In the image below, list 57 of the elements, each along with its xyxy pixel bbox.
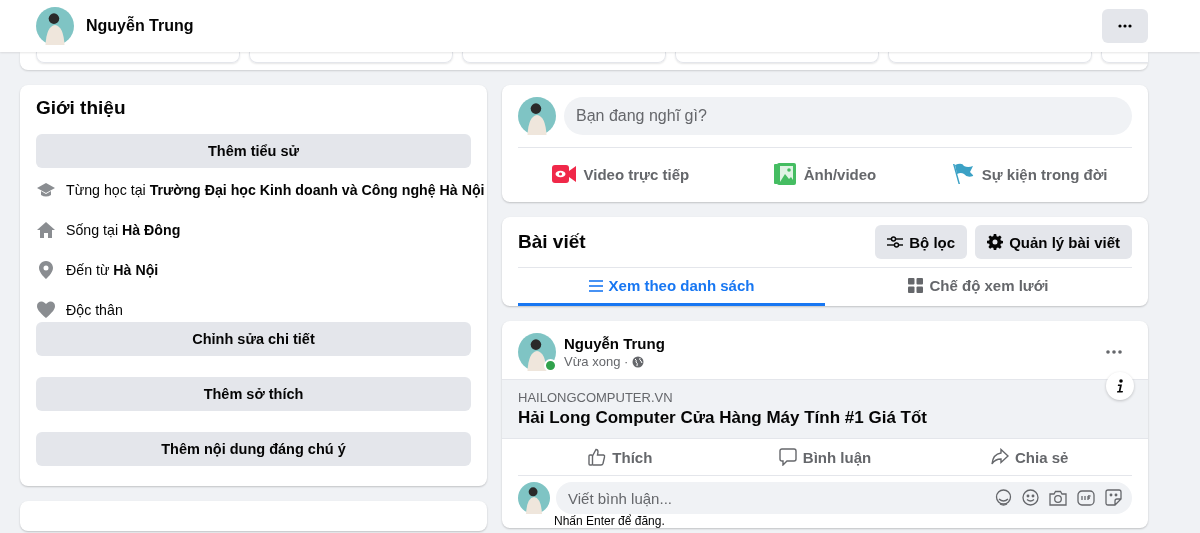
link-title: Hải Long Computer Cửa Hàng Máy Tính #1 Giá Tốt <box>518 408 928 428</box>
intro-title: Giới thiệu <box>36 97 127 119</box>
comment-field[interactable]: Viết bình luận... <box>556 482 1132 514</box>
intro-detail: Sống tại Hà Đông <box>66 222 181 238</box>
comment-hint: Nhấn Enter để đăng. <box>553 514 666 528</box>
composer-action[interactable]: Video trực tiếp <box>518 156 723 192</box>
video-camera-icon <box>551 165 576 183</box>
link-domain: HAILONGCOMPUTER.VN <box>518 390 674 405</box>
intro-detail: Đến từ Hà Nội <box>66 262 159 278</box>
grid-icon <box>908 278 924 293</box>
intro-detail: Độc thân <box>66 302 123 318</box>
avatar <box>518 482 550 514</box>
thumbs-up-icon <box>588 448 607 466</box>
profile-name: Nguyễn Trung <box>86 17 194 35</box>
heart-icon <box>36 300 56 320</box>
view-tab[interactable]: Xem theo danh sách <box>518 268 825 306</box>
composer-action[interactable]: Ảnh/video <box>722 156 928 192</box>
flag-icon <box>951 163 974 185</box>
location-pin-icon <box>36 260 56 280</box>
more-icon <box>1118 24 1132 28</box>
avatar <box>36 7 74 45</box>
intro-button[interactable]: Thêm nội dung đáng chú ý <box>36 432 471 466</box>
sticker-icon <box>1105 489 1122 506</box>
manage-posts-button[interactable]: Quản lý bài viết <box>975 225 1132 259</box>
composer-action[interactable]: Sự kiện trong đời <box>927 156 1132 192</box>
view-tab[interactable]: Chế độ xem lưới <box>825 268 1132 306</box>
info-button[interactable] <box>1106 372 1134 400</box>
more-icon <box>1106 350 1122 354</box>
intro-button[interactable]: Thêm sở thích <box>36 377 471 411</box>
smiley-icon <box>1022 489 1039 506</box>
gear-icon <box>987 234 1004 250</box>
house-icon <box>36 220 56 240</box>
speech-bubble-icon <box>778 448 797 466</box>
intro-detail: Từng học tại Trường Đại học Kinh doanh và Công nghệ Hà Nội <box>66 182 485 198</box>
link-preview[interactable]: HAILONGCOMPUTER.VN Hải Long Computer Cửa Hàng Máy Tính #1 Giá Tốt <box>502 379 1148 439</box>
share-arrow-icon <box>991 448 1009 466</box>
sliders-icon <box>887 235 904 249</box>
post-action[interactable]: Chia sẻ <box>927 439 1132 475</box>
globe-icon <box>632 355 645 368</box>
post-action[interactable]: Thích <box>518 439 723 475</box>
posts-title: Bài viết <box>518 231 586 253</box>
filter-button[interactable]: Bộ lọc <box>875 225 968 259</box>
post-action[interactable]: Bình luận <box>722 439 928 475</box>
status-field[interactable]: Bạn đang nghĩ gì? <box>564 97 1132 135</box>
avatar <box>518 333 556 371</box>
more-button[interactable] <box>1102 9 1148 43</box>
post-author[interactable]: Nguyễn Trung <box>564 335 1088 352</box>
intro-button[interactable]: Chỉnh sửa chi tiết <box>36 322 471 356</box>
sticker-icon <box>995 489 1012 506</box>
camera-icon <box>1049 489 1067 506</box>
avatar <box>518 97 556 135</box>
gif-icon <box>1077 489 1095 506</box>
list-icon <box>588 279 603 292</box>
photo-icon <box>773 163 796 185</box>
info-icon <box>1116 379 1124 393</box>
add-bio-button[interactable]: Thêm tiểu sử <box>36 134 471 168</box>
post-time: Vừa xong · <box>564 354 629 369</box>
